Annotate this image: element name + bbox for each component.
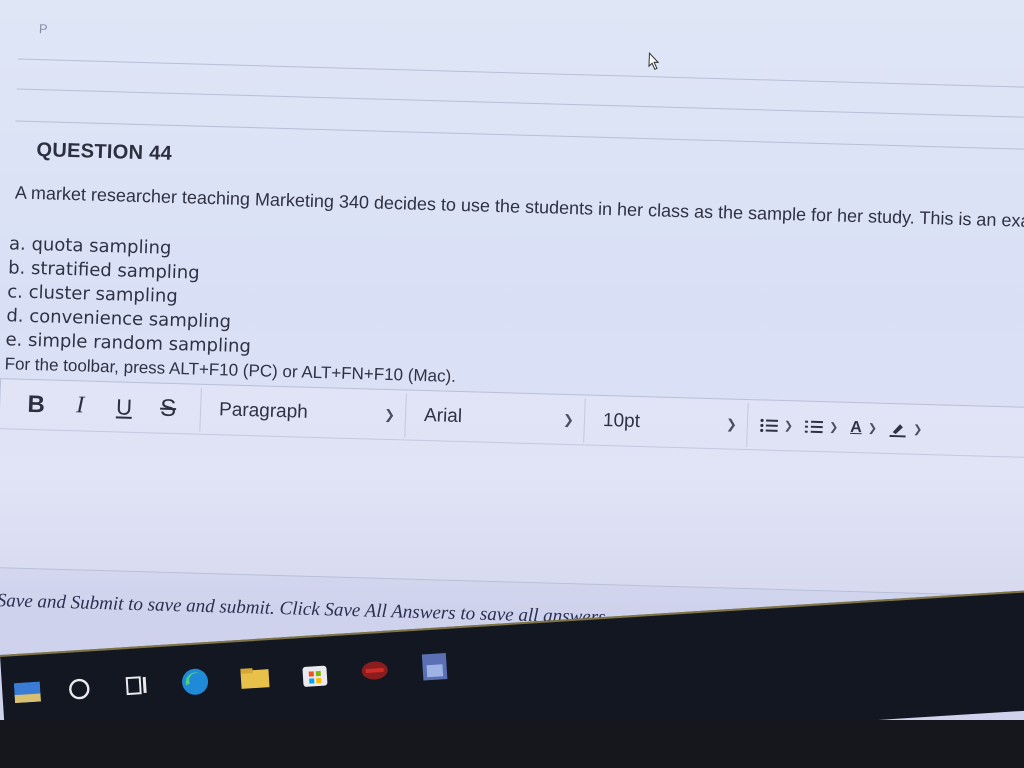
app-button[interactable]	[357, 652, 393, 688]
chevron-down-icon: ❯	[725, 415, 738, 432]
rich-text-editor: B I U S Paragraph ❯ Arial ❯ 10pt ❯ ❯ ❯ A…	[0, 378, 1024, 598]
file-explorer-icon	[240, 668, 270, 689]
numbered-list-icon	[804, 420, 824, 433]
font-color-button[interactable]: A ❯	[844, 405, 884, 450]
answer-options: a. quota sampling b. stratified sampling…	[5, 232, 255, 359]
bullet-list-button[interactable]: ❯	[753, 403, 800, 448]
italic-button[interactable]: I	[57, 385, 102, 426]
strikethrough-button[interactable]: S	[145, 388, 190, 429]
page-content: P QUESTION 44 A market researcher teachi…	[0, 0, 1024, 688]
app2-button[interactable]	[417, 649, 453, 685]
paragraph-format-value: Paragraph	[218, 398, 309, 423]
store-button[interactable]	[297, 656, 333, 692]
highlight-color-button[interactable]: ❯	[882, 406, 929, 451]
bold-button[interactable]: B	[13, 384, 58, 425]
edge-icon	[182, 668, 209, 695]
file-explorer-button[interactable]	[237, 660, 273, 696]
font-color-icon: A	[850, 418, 863, 436]
font-family-select[interactable]: Arial ❯	[405, 393, 585, 442]
paragraph-format-select[interactable]: Paragraph ❯	[200, 387, 406, 437]
app2-icon	[421, 653, 448, 681]
edge-button[interactable]	[177, 664, 213, 700]
screen: P QUESTION 44 A market researcher teachi…	[0, 0, 1024, 768]
mouse-cursor-icon	[648, 52, 660, 70]
search-button[interactable]	[61, 671, 97, 707]
font-size-value: 10pt	[602, 409, 641, 432]
toolbar-separator	[746, 402, 749, 447]
bullet-list-icon	[760, 418, 779, 432]
font-family-value: Arial	[423, 404, 463, 427]
highlight-pen-icon	[889, 423, 906, 437]
monitor-bezel	[0, 720, 1024, 768]
app-icon	[361, 661, 388, 680]
start-icon	[13, 681, 42, 704]
answer-text-area[interactable]	[0, 430, 1024, 597]
divider	[16, 88, 1024, 119]
divider	[17, 58, 1024, 89]
previous-item-fragment: P	[38, 21, 48, 37]
task-view-icon	[125, 676, 147, 696]
chevron-down-icon: ❯	[912, 423, 923, 436]
font-size-select[interactable]: 10pt ❯	[584, 398, 748, 446]
chevron-down-icon: ❯	[867, 422, 878, 435]
question-title: QUESTION 44	[36, 139, 173, 165]
chevron-down-icon: ❯	[828, 421, 839, 434]
underline-button[interactable]: U	[101, 387, 146, 428]
store-icon	[302, 665, 328, 687]
question-text: A market researcher teaching Marketing 3…	[14, 182, 1024, 232]
start-button[interactable]	[9, 674, 45, 710]
numbered-list-button[interactable]: ❯	[798, 404, 845, 449]
chevron-down-icon: ❯	[562, 411, 575, 427]
chevron-down-icon: ❯	[783, 420, 794, 433]
task-view-button[interactable]	[119, 667, 155, 703]
search-icon	[69, 678, 90, 700]
chevron-down-icon: ❯	[383, 406, 396, 422]
